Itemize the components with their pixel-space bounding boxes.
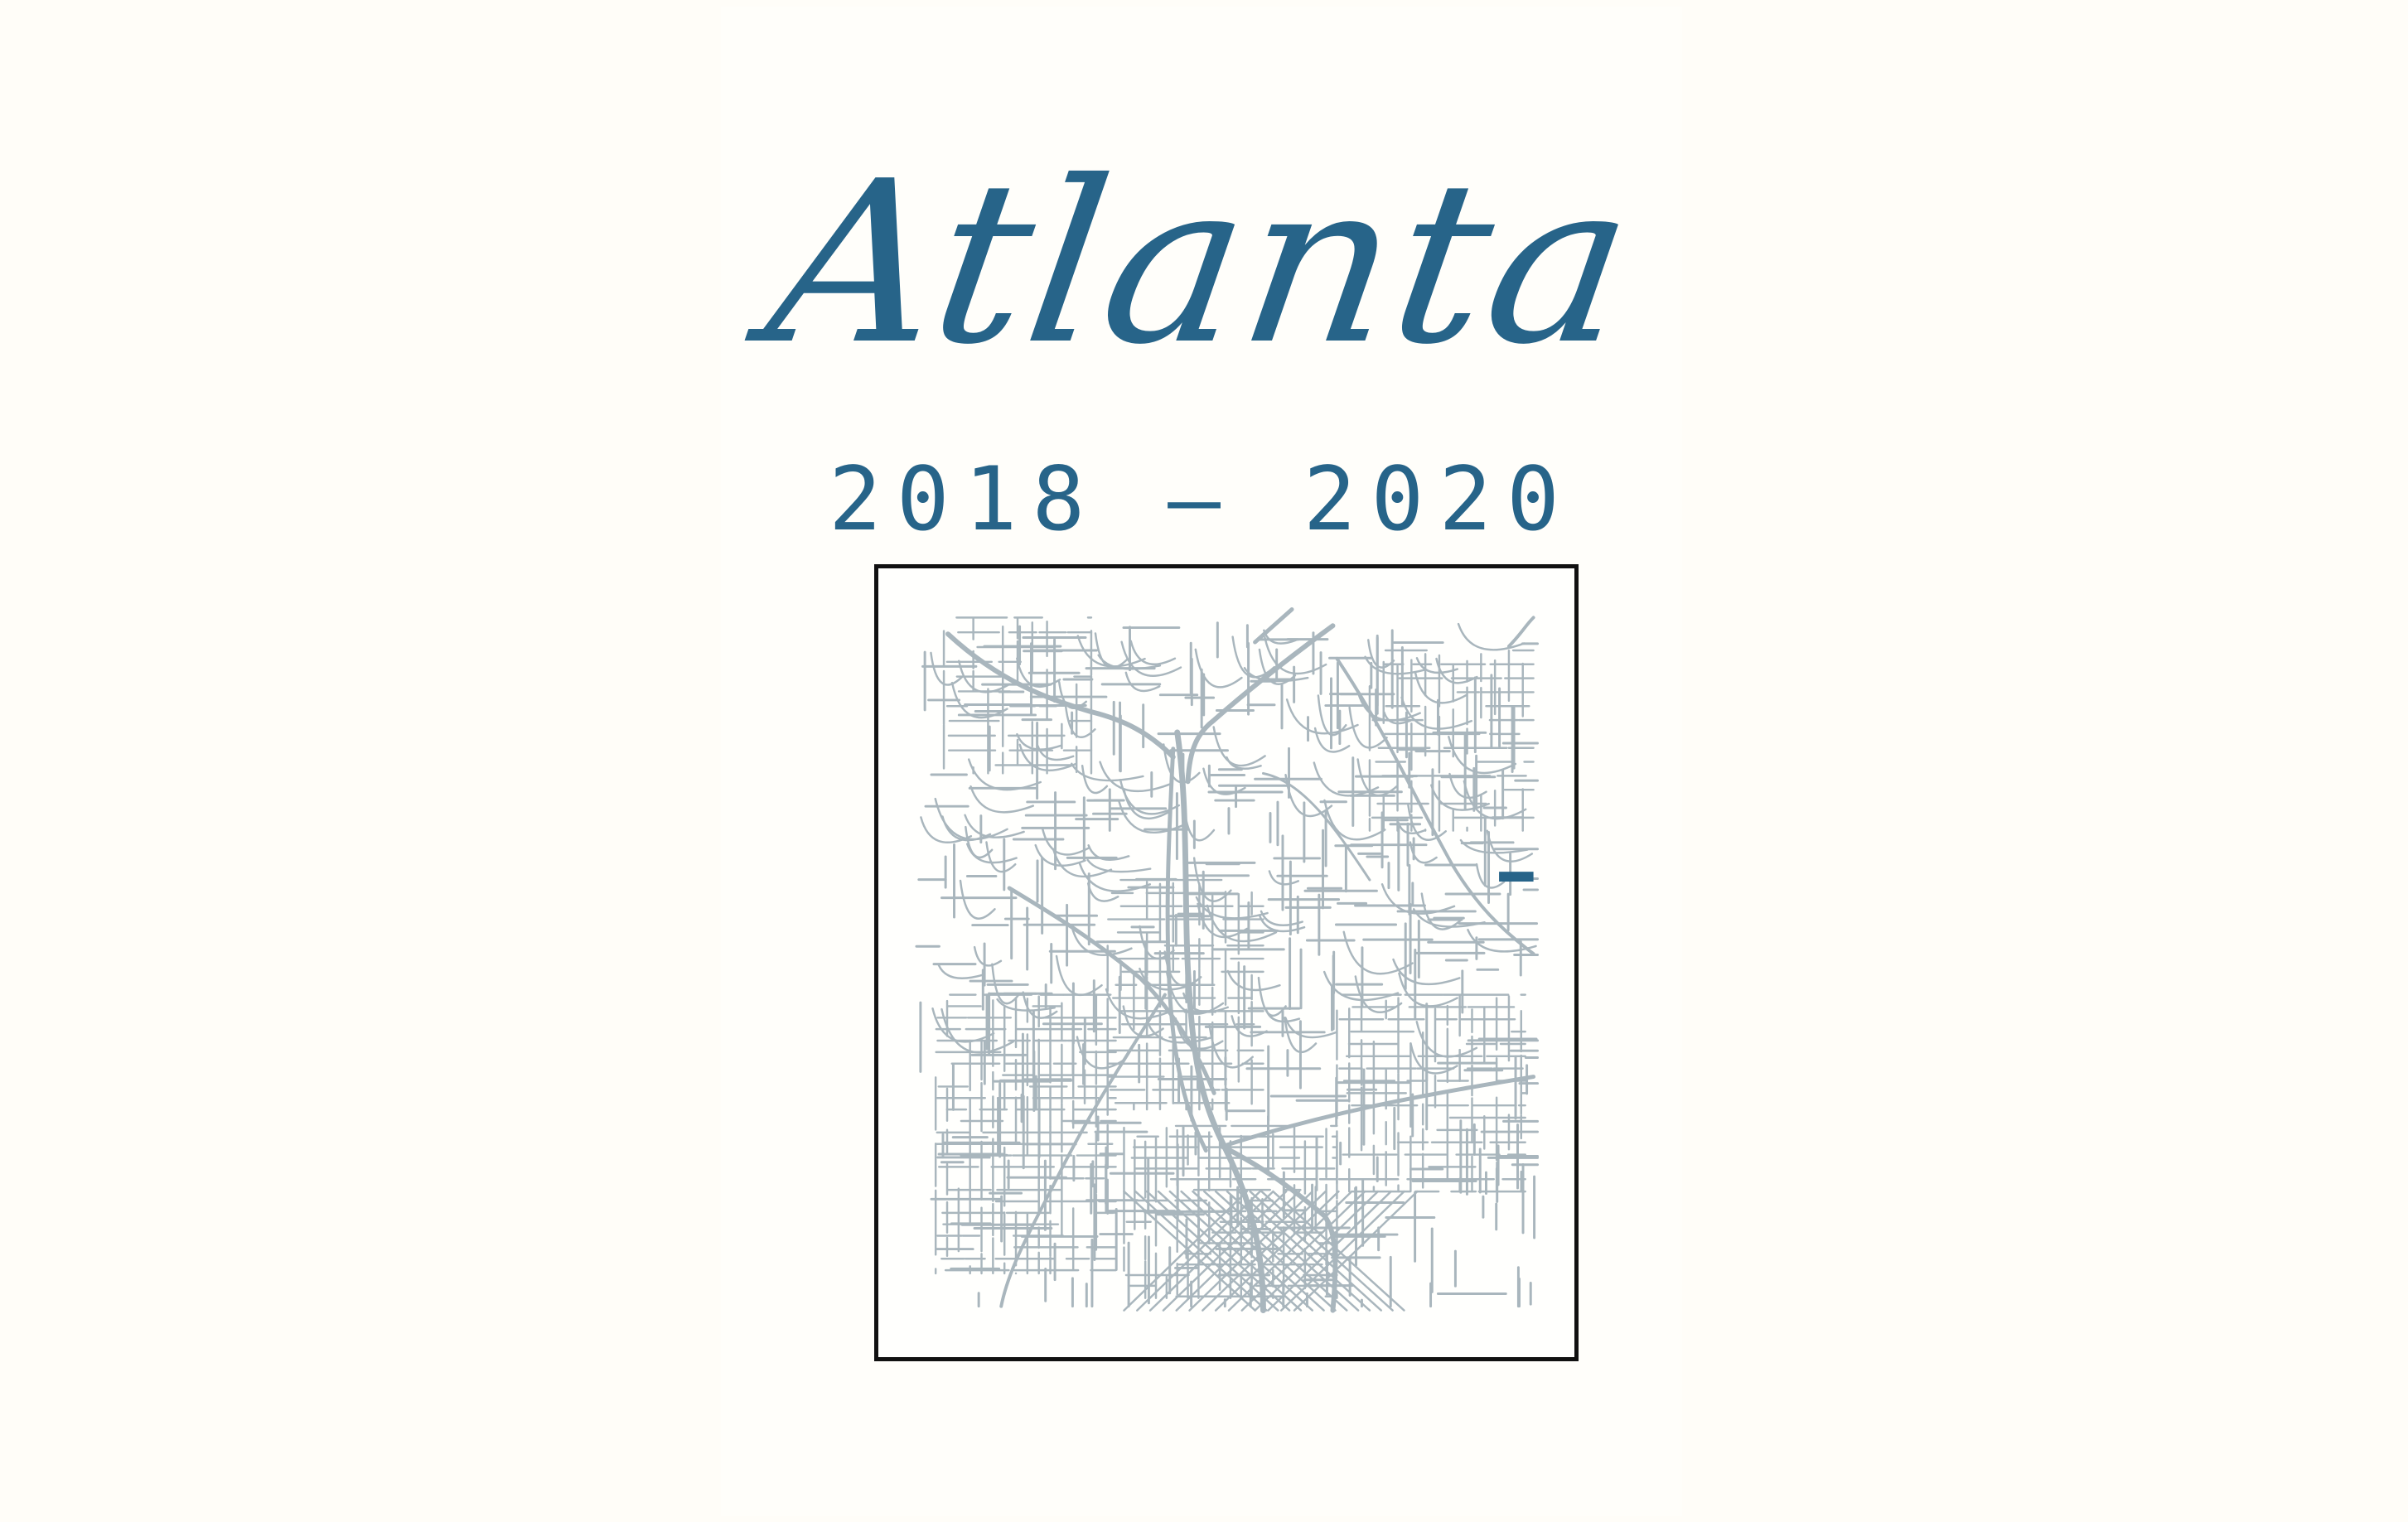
street-curve [1380, 883, 1456, 915]
street-curve [965, 843, 1018, 864]
street-curve [1041, 827, 1090, 856]
street-curve [1174, 729, 1266, 1314]
street-curve [945, 631, 1176, 760]
highlight-road-icon [1499, 872, 1534, 882]
street-curve [1078, 862, 1152, 892]
street-curve [1457, 622, 1526, 651]
street-curve [937, 964, 984, 980]
street-curve [1323, 799, 1386, 841]
street-curve [1435, 657, 1478, 684]
street-curve [1284, 774, 1333, 818]
street-curve [1055, 954, 1103, 997]
street-curve [934, 797, 1008, 841]
street-curve [1212, 726, 1266, 767]
street-curve [973, 945, 1003, 967]
street-curve [965, 825, 994, 859]
city-street-map [915, 607, 1540, 1314]
street-curve [1226, 969, 1281, 992]
street-curve [1257, 976, 1287, 1017]
map-frame [874, 564, 1579, 1361]
street-curve [985, 841, 1017, 873]
street-curve [959, 879, 996, 920]
poster-years: 2018 – 2020 [829, 448, 1574, 550]
street-network [915, 607, 1540, 1314]
street-curve [1086, 858, 1152, 873]
poster-title: Atlanta [754, 133, 1649, 394]
street-curve [1414, 671, 1468, 704]
street-curve [940, 1007, 1014, 1054]
street-curve [930, 651, 964, 686]
street-curve [1392, 958, 1461, 986]
street-curve [1208, 1024, 1254, 1069]
street-curve [1253, 607, 1294, 645]
street-curve [1099, 761, 1173, 793]
street-curve [1094, 632, 1129, 669]
street-curve [1506, 616, 1535, 648]
street-curve [1348, 706, 1388, 749]
poster-card: Atlanta 2018 – 2020 [721, 7, 1682, 1516]
street-curve [1342, 930, 1414, 975]
